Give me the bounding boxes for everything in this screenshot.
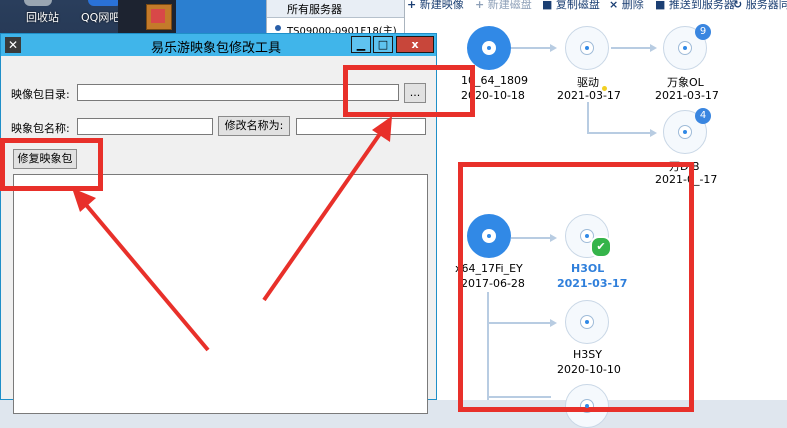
annotation-arrows (72, 116, 392, 352)
annotation-arrow (262, 126, 386, 302)
annotation-arrowhead (72, 188, 96, 212)
annotation-arrow (80, 198, 210, 352)
